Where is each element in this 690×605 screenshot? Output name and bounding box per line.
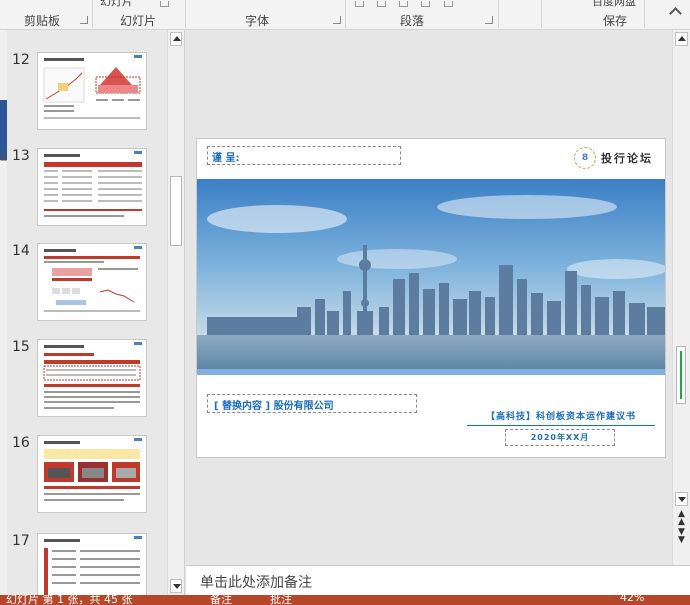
ribbon-separator — [541, 0, 542, 28]
slide-thumbnail[interactable] — [37, 243, 147, 321]
thumbnail-slide-12[interactable]: 12 — [7, 52, 172, 132]
ribbon-cut-label-netdisk[interactable]: 百度网盘 — [592, 0, 636, 9]
comments-status-button[interactable]: 批注 — [270, 595, 292, 605]
scroll-down-arrow-icon[interactable] — [675, 492, 688, 506]
ribbon-cut-label[interactable]: 幻灯片 — [100, 0, 133, 9]
slide-number: 15 — [12, 339, 30, 355]
scroll-down-arrow-icon[interactable] — [170, 579, 182, 593]
editor-scrollbar[interactable]: ▲ ▲ ▼ ▼ — [672, 30, 690, 565]
scroll-thumb[interactable] — [676, 346, 686, 404]
thumbnail-content-15 — [43, 342, 142, 409]
collapse-ribbon-icon[interactable] — [669, 7, 682, 20]
thumbnail-slide-15[interactable]: 15 — [7, 339, 172, 419]
logo-badge-icon: 8 — [574, 147, 596, 169]
paragraph-launcher-icon[interactable] — [485, 16, 493, 24]
ribbon-mini-control[interactable] — [444, 1, 453, 7]
status-bar: 幻灯片 第 1 张，共 45 张 备注 批注 42% — [0, 595, 690, 605]
addressee-textbox[interactable]: 谨 呈: — [207, 146, 401, 165]
group-paragraph-label: 段落 — [400, 14, 425, 28]
ribbon-mini-control[interactable] — [421, 1, 430, 7]
group-clipboard-label: 剪贴板 — [24, 14, 61, 28]
logo: 8 投行论坛 — [574, 145, 653, 171]
thumbnail-slide-16[interactable]: 16 — [7, 435, 172, 515]
ribbon-mini-control[interactable] — [355, 1, 364, 7]
city-skyline-photo[interactable] — [197, 179, 665, 375]
notes-status-button[interactable]: 备注 — [210, 595, 232, 605]
slide-number: 13 — [12, 148, 30, 164]
thumbnail-content-13 — [44, 151, 142, 217]
ribbon-separator — [345, 0, 346, 28]
slide-thumbnail-pane[interactable]: 12 13 14 15 16 17 — [7, 30, 185, 605]
slide-count-status: 幻灯片 第 1 张，共 45 张 — [6, 595, 133, 605]
slide-number: 14 — [12, 243, 30, 259]
ribbon-separator — [498, 0, 499, 28]
group-font-label: 字体 — [245, 14, 270, 28]
current-slide[interactable]: 谨 呈: 8 投行论坛 [替换内容] 股份有限公司 【高科技】科创板资本运作… — [196, 138, 666, 458]
notes-pane[interactable]: 单击此处添加备注 — [186, 565, 690, 595]
thumbnail-content-14 — [44, 246, 142, 312]
thumbnail-slide-13[interactable]: 13 — [7, 148, 172, 228]
proposal-date-textbox[interactable]: 2020年XX月 — [505, 429, 615, 446]
ribbon-mini-control[interactable] — [377, 1, 386, 7]
next-slide-icon[interactable]: ▼ ▼ — [678, 528, 685, 545]
scroll-thumb[interactable] — [170, 176, 182, 246]
proposal-title[interactable]: 【高科技】科创板资本运作建议书 — [467, 409, 655, 426]
ribbon-mini-control[interactable] — [160, 1, 169, 7]
ribbon-separator — [185, 0, 186, 28]
slide-editor-area[interactable]: 谨 呈: 8 投行论坛 [替换内容] 股份有限公司 【高科技】科创板资本运作… — [186, 30, 672, 565]
thumbnail-content-12 — [43, 55, 142, 119]
logo-name: 投行论坛 — [601, 152, 653, 165]
ribbon-separator — [644, 0, 645, 28]
company-name-textbox[interactable]: [ 替换内容 ] 股份有限公司 — [207, 394, 417, 413]
slide-number: 12 — [12, 52, 30, 68]
ribbon-group-labels: 幻灯片 百度网盘 剪贴板 幻灯片 字体 段落 保存 — [0, 0, 690, 30]
thumbnail-slide-14[interactable]: 14 — [7, 243, 172, 323]
slide-thumbnail[interactable] — [37, 339, 147, 417]
powerpoint-window: 幻灯片 百度网盘 剪贴板 幻灯片 字体 段落 保存 丝 12 13 14 15 … — [0, 0, 690, 605]
slide-thumbnail[interactable] — [37, 148, 147, 226]
slide-number: 17 — [12, 533, 30, 549]
previous-slide-icon[interactable]: ▲ ▲ — [678, 510, 685, 527]
scroll-up-arrow-icon[interactable] — [170, 32, 182, 46]
ribbon-mini-control[interactable] — [399, 1, 408, 7]
thumbnail-content-16 — [44, 438, 142, 501]
notes-placeholder[interactable]: 单击此处添加备注 — [200, 572, 312, 592]
slide-thumbnail[interactable] — [37, 52, 147, 130]
scroll-up-arrow-icon[interactable] — [675, 32, 688, 46]
font-launcher-icon[interactable] — [333, 16, 341, 24]
group-save-label: 保存 — [603, 14, 628, 28]
zoom-level[interactable]: 42% — [620, 595, 644, 604]
background-window-edge: 丝 — [0, 30, 11, 595]
group-slides-label: 幻灯片 — [120, 14, 157, 28]
clipboard-launcher-icon[interactable] — [80, 16, 88, 24]
slide-number: 16 — [12, 435, 30, 451]
slide-thumbnail[interactable] — [37, 435, 147, 513]
ribbon-separator — [92, 0, 93, 28]
thumbnail-scrollbar[interactable] — [167, 30, 184, 595]
